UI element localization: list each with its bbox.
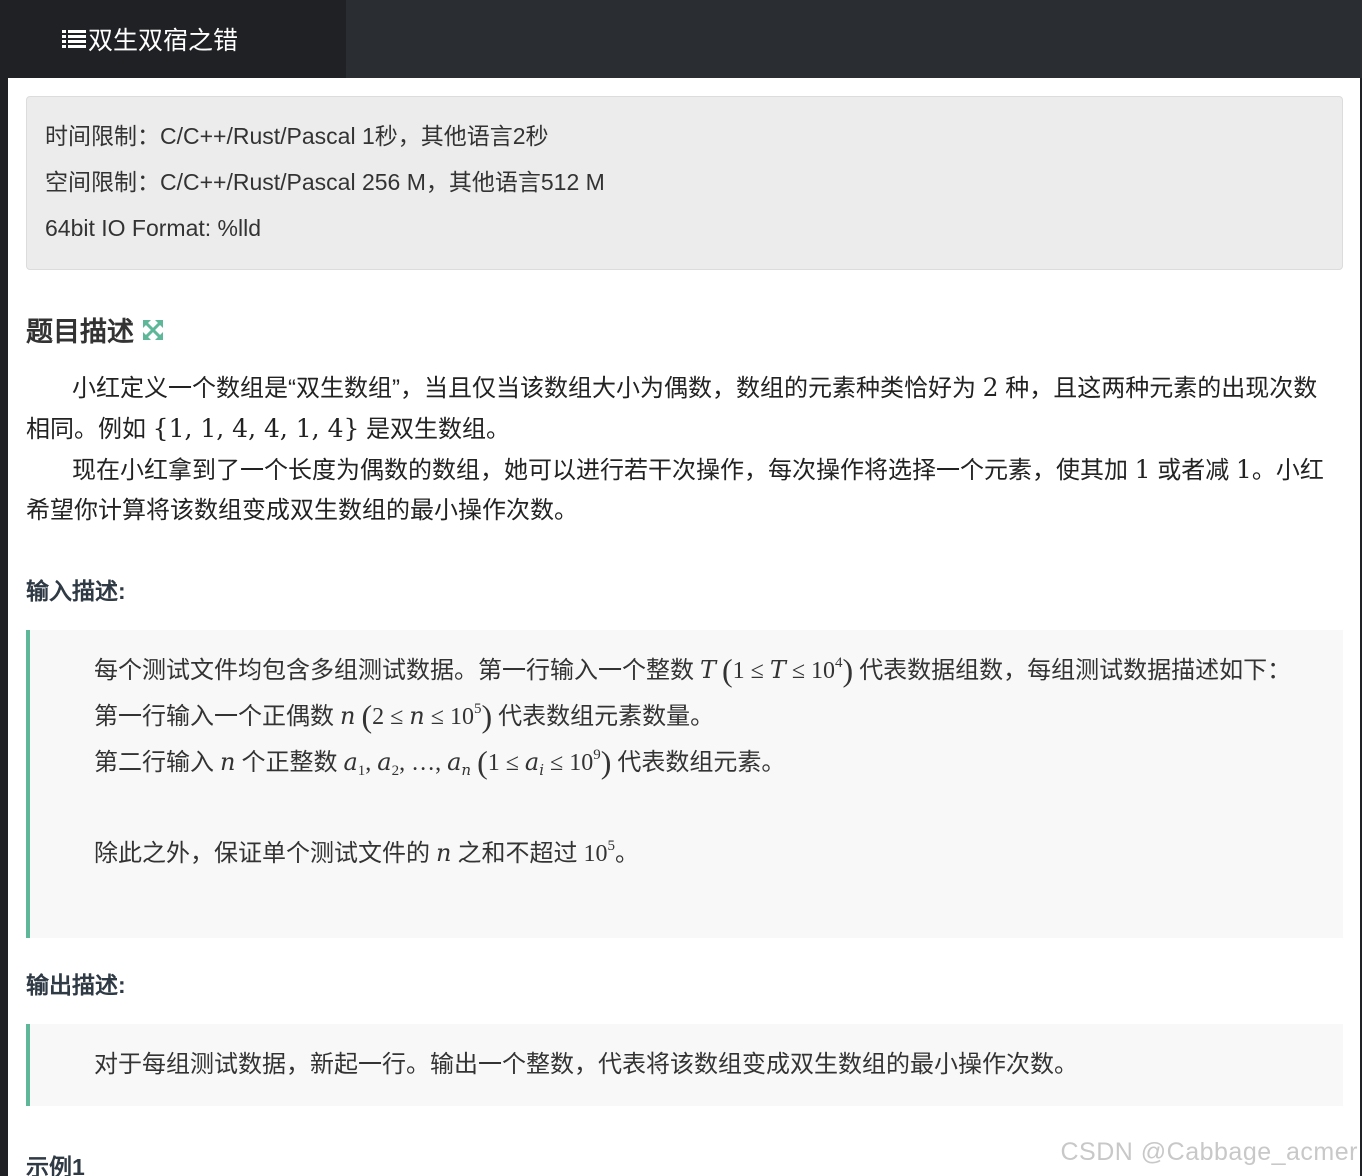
input-line-2: 第一行输入一个正偶数 n (2 ≤ n ≤ 105) 代表数组元素数量。 bbox=[94, 698, 715, 734]
top-bar: 双生双宿之错 bbox=[8, 0, 1362, 78]
description-body: 小红定义一个数组是“双生数组”，当且仅当该数组大小为偶数，数组的元素种类恰好为 … bbox=[26, 368, 1336, 531]
input-line-1: 每个测试文件均包含多组测试数据。第一行输入一个整数 T (1 ≤ T ≤ 104… bbox=[94, 652, 1292, 688]
input-line-3: 第二行输入 n 个正整数 a1, a2, …, an (1 ≤ ai ≤ 109… bbox=[94, 744, 786, 780]
output-heading: 输出描述: bbox=[26, 972, 126, 998]
description-paragraph-1: 小红定义一个数组是“双生数组”，当且仅当该数组大小为偶数，数组的元素种类恰好为 … bbox=[26, 373, 1318, 443]
io-format: 64bit IO Format: %lld bbox=[45, 215, 262, 241]
input-description-block: 每个测试文件均包含多组测试数据。第一行输入一个整数 T (1 ≤ T ≤ 104… bbox=[26, 630, 1343, 938]
example-heading: 示例1 bbox=[26, 1154, 85, 1176]
description-heading: 题目描述 bbox=[26, 310, 164, 349]
expand-arrows-icon[interactable] bbox=[142, 319, 164, 341]
memory-limit: 空间限制：C/C++/Rust/Pascal 256 M，其他语言512 M bbox=[45, 169, 605, 195]
description-title: 题目描述 bbox=[26, 317, 134, 347]
limits-panel: 时间限制：C/C++/Rust/Pascal 1秒，其他语言2秒 空间限制：C/… bbox=[26, 96, 1343, 270]
problem-tab-title: 双生双宿之错 bbox=[88, 27, 239, 55]
output-text: 对于每组测试数据，新起一行。输出一个整数，代表将该数组变成双生数组的最小操作次数… bbox=[94, 1052, 1078, 1078]
time-limit: 时间限制：C/C++/Rust/Pascal 1秒，其他语言2秒 bbox=[45, 123, 549, 149]
watermark: CSDN @Cabbage_acmer bbox=[1060, 1138, 1358, 1166]
list-icon bbox=[62, 29, 86, 49]
window-left-edge bbox=[0, 0, 8, 1176]
problem-tab[interactable]: 双生双宿之错 bbox=[8, 0, 346, 78]
input-heading: 输入描述: bbox=[26, 578, 126, 604]
description-paragraph-2: 现在小红拿到了一个长度为偶数的数组，她可以进行若干次操作，每次操作将选择一个元素… bbox=[26, 455, 1324, 524]
output-description-block: 对于每组测试数据，新起一行。输出一个整数，代表将该数组变成双生数组的最小操作次数… bbox=[26, 1024, 1343, 1106]
input-line-4: 除此之外，保证单个测试文件的 n 之和不超过 105。 bbox=[94, 838, 639, 868]
